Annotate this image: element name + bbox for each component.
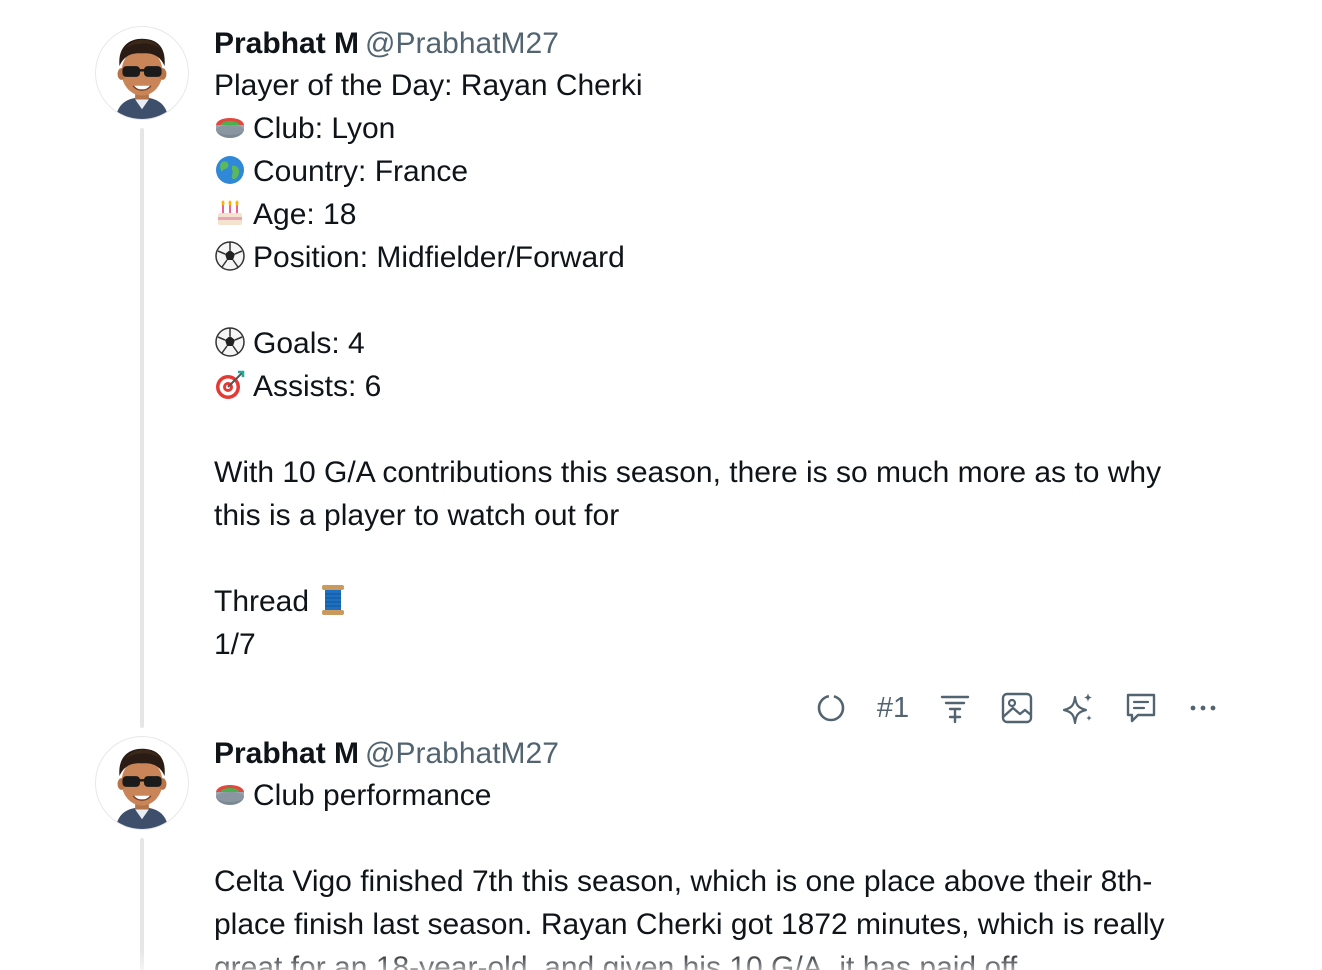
avatar[interactable] xyxy=(95,26,189,120)
tweet-line: Assists: 6 xyxy=(214,365,1214,408)
tweet-line-text: Club: Lyon xyxy=(253,112,396,145)
add-comment-button[interactable] xyxy=(1110,686,1172,730)
tweet-line-text: place finish last season. Rayan Cherki g… xyxy=(214,908,1165,941)
tweet-line-text: Goals: 4 xyxy=(253,327,365,360)
tweet-line: Thread xyxy=(214,580,1214,623)
loading-circle-icon xyxy=(817,694,845,722)
thread-tweet[interactable]: Prabhat M @PrabhatM27 Player of the Day: … xyxy=(214,24,1214,666)
tweet-line-text: Player of the Day: Rayan Cherki xyxy=(214,69,643,102)
tweet-line: Country: France xyxy=(214,150,1214,193)
thread-connector-line xyxy=(140,838,144,970)
tweet-line-text: Assists: 6 xyxy=(253,370,382,403)
soccer-ball-icon xyxy=(214,326,246,358)
tweet-line-text: Club performance xyxy=(253,779,492,812)
insert-tweet-below-button[interactable] xyxy=(924,686,986,730)
tweet-action-toolbar: #1 xyxy=(800,686,1234,730)
tweet-line-text: Country: France xyxy=(253,155,469,188)
tweet-line-text: great for an 18-year-old, and given his … xyxy=(214,951,1018,970)
insert-below-icon xyxy=(940,695,970,724)
memoji-avatar-image xyxy=(115,748,169,829)
direct-hit-target-icon xyxy=(214,369,246,401)
thread-composer: Prabhat M @PrabhatM27 Player of the Day: … xyxy=(0,0,1322,970)
more-icon xyxy=(1190,705,1216,711)
author-name: Prabhat M xyxy=(214,737,360,770)
tweet-text[interactable]: Player of the Day: Rayan Cherki Club: Ly… xyxy=(214,64,1214,666)
tweet-line-text: 1/7 xyxy=(214,628,256,661)
tweet-line-text: Celta Vigo finished 7th this season, whi… xyxy=(214,865,1153,898)
birthday-cake-icon xyxy=(214,197,246,229)
tweet-header: Prabhat M @PrabhatM27 xyxy=(214,734,1214,774)
image-icon xyxy=(1001,692,1033,724)
tweet-line: great for an 18-year-old, and given his … xyxy=(214,946,1214,970)
tweet-line: Celta Vigo finished 7th this season, whi… xyxy=(214,860,1214,903)
soccer-ball-icon xyxy=(214,240,246,272)
author-handle: @PrabhatM27 xyxy=(365,737,559,770)
tweet-line: this is a player to watch out for xyxy=(214,494,1214,537)
author-handle: @PrabhatM27 xyxy=(365,27,559,60)
tweet-line-text: Thread xyxy=(214,585,310,618)
thread-connector-line xyxy=(140,128,144,728)
tweet-line: Player of the Day: Rayan Cherki xyxy=(214,64,1214,107)
thread-tweet[interactable]: Prabhat M @PrabhatM27 Club performance Ce… xyxy=(214,734,1214,970)
tweet-line-text: With 10 G/A contributions this season, t… xyxy=(214,456,1162,489)
tweet-line: Club performance xyxy=(214,774,1214,817)
sparkle-icon xyxy=(1062,693,1092,725)
tweet-text[interactable]: Club performance Celta Vigo finished 7th… xyxy=(214,774,1214,970)
tweet-line: Position: Midfielder/Forward xyxy=(214,236,1214,279)
thread-spool-icon xyxy=(317,583,349,617)
globe-icon xyxy=(214,154,246,186)
character-count-button[interactable] xyxy=(800,686,862,730)
tweet-position-text: #1 xyxy=(876,691,910,724)
tweet-line: Goals: 4 xyxy=(214,322,1214,365)
tweet-position-label[interactable]: #1 xyxy=(862,686,924,730)
tweet-line: With 10 G/A contributions this season, t… xyxy=(214,451,1214,494)
tweet-line: Club: Lyon xyxy=(214,107,1214,150)
ai-enhance-button[interactable] xyxy=(1048,686,1110,730)
memoji-avatar-image xyxy=(115,38,169,119)
avatar[interactable] xyxy=(95,736,189,830)
tweet-line: 1/7 xyxy=(214,623,1214,666)
tweet-header: Prabhat M @PrabhatM27 xyxy=(214,24,1214,64)
tweet-line-text: Position: Midfielder/Forward xyxy=(253,241,625,274)
more-options-button[interactable] xyxy=(1172,686,1234,730)
tweet-line: place finish last season. Rayan Cherki g… xyxy=(214,903,1214,946)
stadium-icon xyxy=(214,111,246,143)
add-image-button[interactable] xyxy=(986,686,1048,730)
tweet-line: Age: 18 xyxy=(214,193,1214,236)
author-name: Prabhat M xyxy=(214,27,360,60)
comment-icon xyxy=(1126,693,1156,723)
stadium-icon xyxy=(214,778,246,810)
tweet-line-text: this is a player to watch out for xyxy=(214,499,620,532)
tweet-line-text: Age: 18 xyxy=(253,198,357,231)
